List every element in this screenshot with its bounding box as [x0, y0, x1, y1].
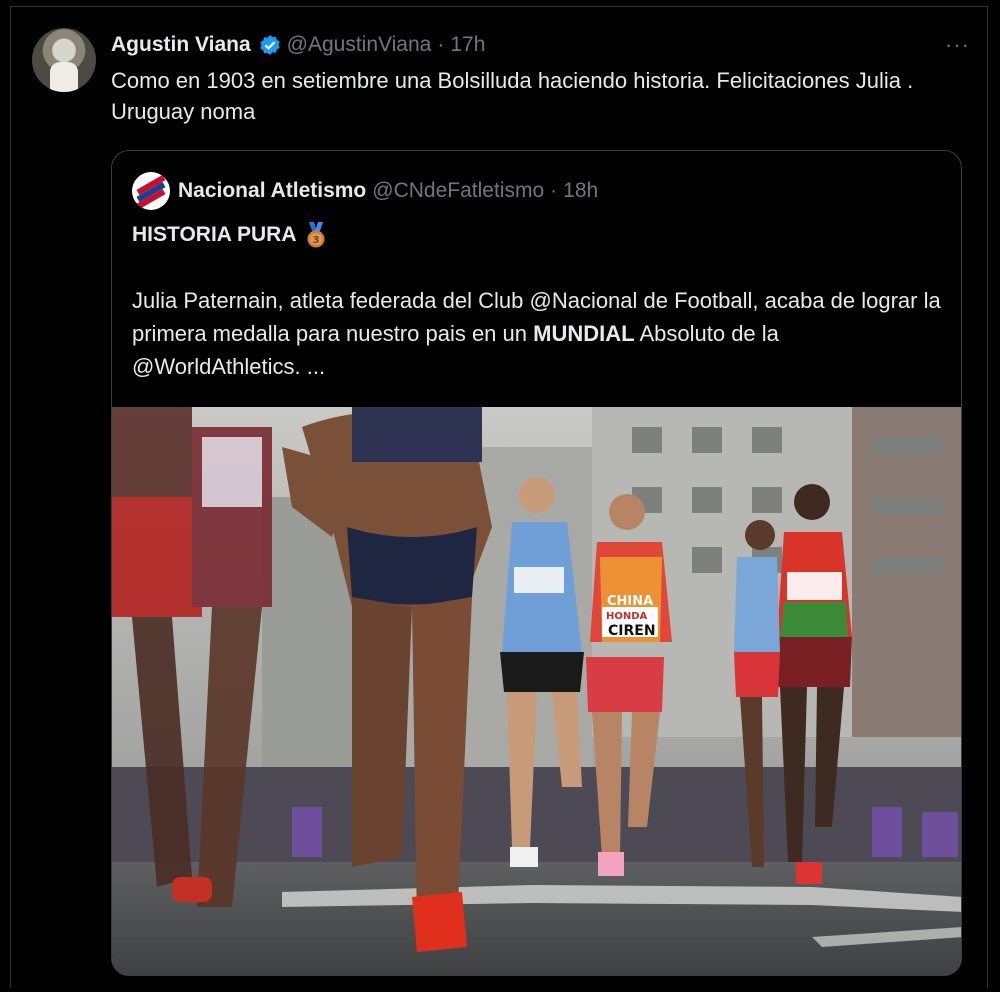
verified-badge-icon: [259, 35, 280, 55]
quoted-author-handle[interactable]: @CNdeFatletismo: [372, 179, 544, 203]
tweet-timestamp[interactable]: 17h: [450, 33, 485, 57]
tweet-text: Como en 1903 en setiembre una Bolsilluda…: [111, 68, 914, 124]
quoted-body: Julia Paternain, atleta federada del Clu…: [132, 284, 947, 383]
quoted-title: HISTORIA PURA: [132, 223, 297, 246]
svg-text:3: 3: [312, 235, 319, 246]
bib-country: CHINA: [607, 594, 653, 609]
separator-dot: ·: [437, 33, 445, 56]
quoted-title-row: HISTORIA PURA 3: [132, 221, 329, 249]
author-handle[interactable]: @AgustinViana: [287, 33, 432, 57]
quoted-timestamp[interactable]: 18h: [563, 179, 598, 203]
quoted-author-name[interactable]: Nacional Atletismo: [178, 179, 366, 203]
more-options-icon[interactable]: ···: [945, 32, 970, 58]
marathon-photo: CHINA HONDA CIREN: [112, 407, 961, 975]
quoted-header: Nacional Atletismo @CNdeFatletismo · 18h: [132, 171, 598, 211]
tweet-header: Agustin Viana @AgustinViana · 17h: [111, 30, 485, 60]
bronze-medal-icon: 3: [307, 222, 325, 248]
author-avatar[interactable]: [32, 28, 96, 92]
quoted-avatar[interactable]: [132, 172, 170, 210]
quoted-body-bold: MUNDIAL: [533, 321, 635, 346]
bib-name: CIREN: [608, 623, 656, 639]
quoted-photo[interactable]: CHINA HONDA CIREN: [112, 407, 961, 975]
author-name[interactable]: Agustin Viana: [111, 33, 251, 57]
bib-sponsor: HONDA: [606, 611, 648, 622]
quoted-separator-dot: ·: [550, 179, 558, 202]
quoted-tweet[interactable]: Nacional Atletismo @CNdeFatletismo · 18h…: [111, 150, 962, 976]
